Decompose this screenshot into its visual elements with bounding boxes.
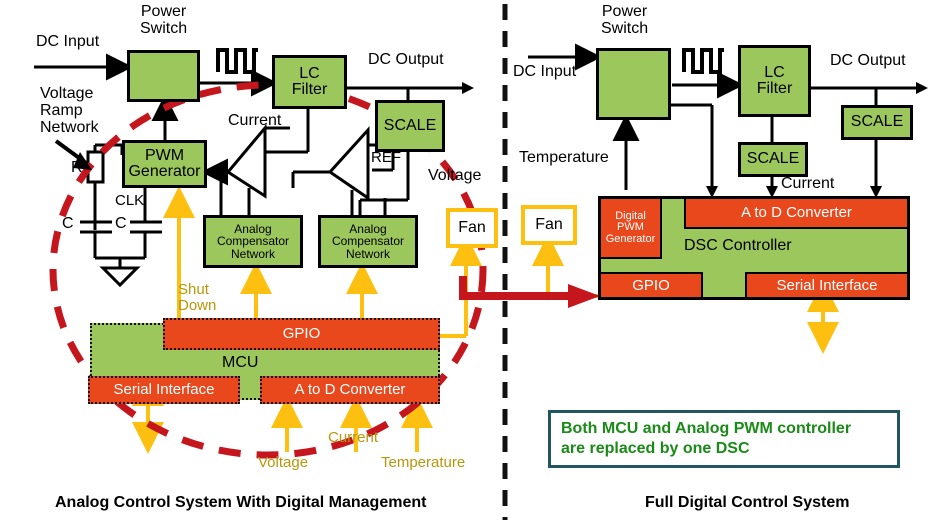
right-current-label: Current [781, 175, 835, 192]
left-voltage-signal-label: Voltage [258, 454, 309, 471]
right-scale-current-block[interactable]: SCALE [738, 142, 808, 177]
dsc-callout-box: Both MCU and Analog PWM controller are r… [548, 410, 900, 468]
right-scale-output-block[interactable]: SCALE [841, 105, 913, 140]
left-temperature-signal-label: Temperature [381, 454, 466, 471]
dsc-a-to-d-converter-block[interactable]: A to D Converter [684, 197, 909, 229]
dsc-gpio-block[interactable]: GPIO [599, 272, 703, 299]
right-temperature-label: Temperature [519, 149, 609, 166]
right-dc-output-label: DC Output [830, 52, 906, 69]
right-lc-filter-block[interactable]: LC Filter [738, 45, 811, 117]
callout-line-2: are replaced by one DSC [561, 440, 750, 457]
left-panel-caption: Analog Control System With Digital Manag… [55, 494, 427, 511]
dsc-controller-label: DSC Controller [684, 237, 792, 254]
left-current-signal-label: Current [328, 429, 379, 446]
callout-line-1: Both MCU and Analog PWM controller [561, 420, 852, 437]
dsc-digital-pwm-generator-block[interactable]: Digital PWM Generator [599, 197, 662, 259]
right-fan-block[interactable]: Fan [521, 205, 577, 245]
right-panel-caption: Full Digital Control System [645, 494, 850, 511]
right-power-switch-label: Power Switch [601, 3, 649, 37]
dsc-serial-interface-block[interactable]: Serial Interface [745, 272, 909, 299]
diagram-canvas: LC Filter SCALE PWM Generator Analog Compen… [0, 0, 942, 525]
shut-down-signal-label: Shut Down [178, 281, 217, 314]
right-power-switch-block[interactable] [596, 48, 671, 120]
right-dc-input-label: DC Input [513, 63, 577, 80]
